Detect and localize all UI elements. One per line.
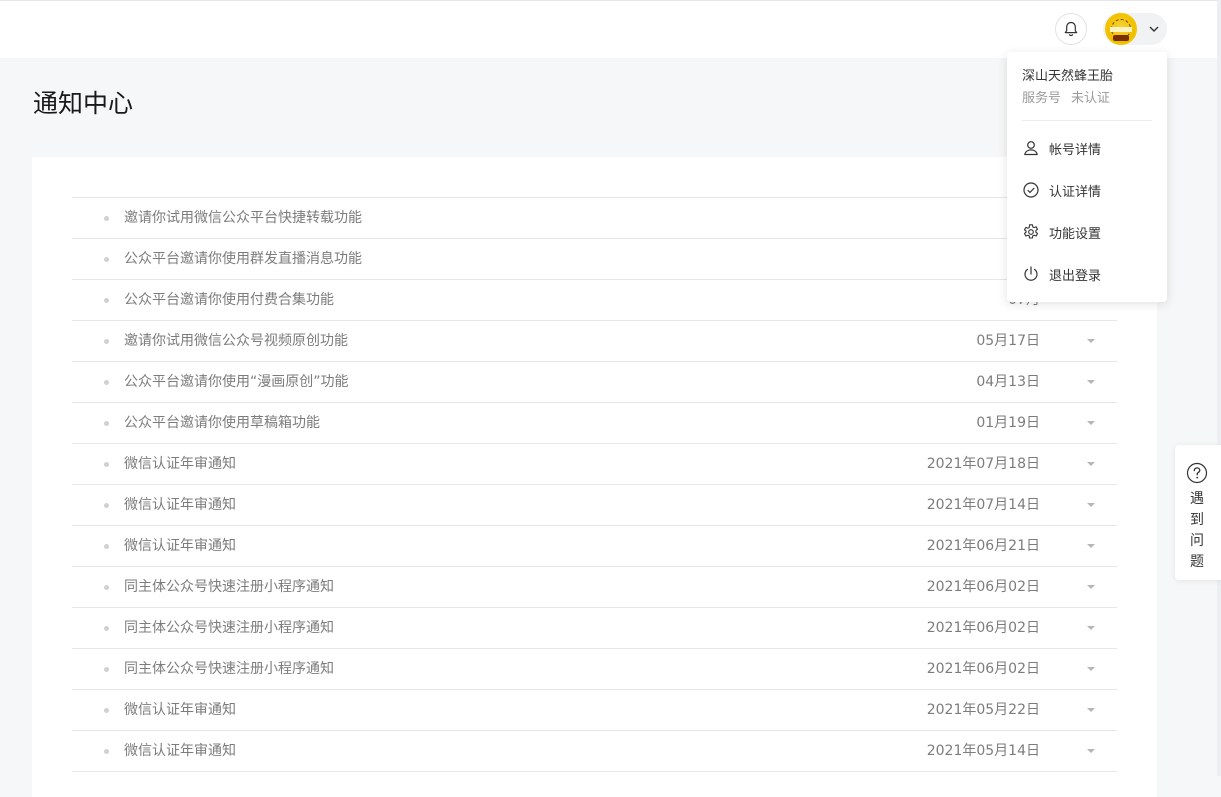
expand-arrow-icon[interactable] [1087, 462, 1095, 466]
notification-date: 2021年06月02日 [926, 579, 1040, 595]
notification-date: 01月19日 [976, 415, 1040, 431]
avatar-band [1110, 27, 1132, 32]
notification-title[interactable]: 微信认证年审通知 [124, 731, 236, 771]
notification-row[interactable]: 微信认证年审通知 2021年05月22日 [72, 690, 1117, 731]
notification-title[interactable]: 微信认证年审通知 [124, 690, 236, 730]
account-type: 服务号 [1022, 91, 1062, 106]
menu-item-label: 帐号详情 [1049, 142, 1102, 158]
menu-item-label: 功能设置 [1049, 226, 1102, 242]
expand-arrow-icon[interactable] [1087, 503, 1095, 507]
notification-title[interactable]: 微信认证年审通知 [124, 444, 236, 484]
menu-item-logout[interactable]: 退出登录 [1022, 263, 1101, 285]
bullet-dot [104, 216, 109, 221]
notification-title[interactable]: 邀请你试用微信公众号视频原创功能 [124, 321, 348, 361]
notification-row[interactable]: 同主体公众号快速注册小程序通知 2021年06月02日 [72, 608, 1117, 649]
bullet-dot [104, 626, 109, 631]
menu-divider [1022, 120, 1152, 121]
bullet-dot [104, 667, 109, 672]
expand-arrow-icon[interactable] [1087, 585, 1095, 589]
notification-title[interactable]: 同主体公众号快速注册小程序通知 [124, 608, 334, 648]
account-switcher[interactable] [1103, 13, 1167, 45]
expand-arrow-icon[interactable] [1087, 626, 1095, 630]
expand-arrow-icon[interactable] [1087, 708, 1095, 712]
gear-icon [1023, 224, 1039, 239]
page-title: 通知中心 [33, 89, 134, 118]
notification-card: 邀请你试用微信公众平台快捷转载功能10月公众平台邀请你使用群发直播消息功能08月… [32, 157, 1157, 797]
bullet-dot [104, 339, 109, 344]
bullet-dot [104, 421, 109, 426]
menu-item-verification-details[interactable]: 认证详情 [1022, 179, 1101, 201]
bullet-dot [104, 503, 109, 508]
notification-row[interactable]: 微信认证年审通知 2021年06月21日 [72, 526, 1117, 567]
notification-row[interactable]: 同主体公众号快速注册小程序通知 2021年06月02日 [72, 567, 1117, 608]
bell-icon [1064, 21, 1078, 37]
menu-item-label: 退出登录 [1049, 268, 1102, 284]
expand-arrow-icon[interactable] [1087, 667, 1095, 671]
notification-row[interactable]: 公众平台邀请你使用“漫画原创”功能 04月13日 [72, 362, 1117, 403]
power-icon [1024, 266, 1038, 281]
bullet-dot [104, 462, 109, 467]
notification-row[interactable]: 同主体公众号快速注册小程序通知 2021年06月02日 [72, 649, 1117, 690]
notification-title[interactable]: 微信认证年审通知 [124, 526, 236, 566]
bullet-dot [104, 749, 109, 754]
avatar[interactable] [1105, 13, 1137, 45]
notification-date: 04月13日 [976, 374, 1040, 390]
menu-item-feature-settings[interactable]: 功能设置 [1022, 221, 1101, 243]
bullet-dot [104, 585, 109, 590]
notification-row[interactable]: 微信认证年审通知 2021年07月14日 [72, 485, 1117, 526]
user-icon [1024, 141, 1038, 156]
bullet-dot [104, 708, 109, 713]
top-bar [0, 0, 1217, 58]
notification-row[interactable]: 邀请你试用微信公众平台快捷转载功能10月 [72, 198, 1117, 239]
notification-title[interactable]: 微信认证年审通知 [124, 485, 236, 525]
notification-row[interactable]: 公众平台邀请你使用付费合集功能07月 [72, 280, 1117, 321]
expand-arrow-icon[interactable] [1087, 421, 1095, 425]
account-dropdown-menu: 深山天然蜂王胎 服务号 未认证 帐号详情 认证详情 功能设置 退出登录 [1007, 52, 1167, 302]
notification-title[interactable]: 邀请你试用微信公众平台快捷转载功能 [124, 198, 362, 238]
notification-title[interactable]: 公众平台邀请你使用“漫画原创”功能 [124, 362, 349, 402]
notification-list: 邀请你试用微信公众平台快捷转载功能10月公众平台邀请你使用群发直播消息功能08月… [72, 197, 1117, 772]
bullet-dot [104, 298, 109, 303]
notification-date: 2021年06月21日 [926, 538, 1040, 554]
notification-date: 2021年07月14日 [926, 497, 1040, 513]
notification-date: 05月17日 [976, 333, 1040, 349]
bullet-dot [104, 257, 109, 262]
verification-status: 未认证 [1071, 91, 1111, 106]
check-circle-icon [1023, 182, 1039, 198]
expand-arrow-icon[interactable] [1087, 339, 1095, 343]
notification-row[interactable]: 邀请你试用微信公众号视频原创功能 05月17日 [72, 321, 1117, 362]
notification-date: 2021年07月18日 [926, 456, 1040, 472]
notification-bell-button[interactable] [1055, 13, 1087, 45]
notification-date: 2021年06月02日 [926, 661, 1040, 677]
notification-title[interactable]: 公众平台邀请你使用草稿箱功能 [124, 403, 320, 443]
menu-item-label: 认证详情 [1049, 184, 1102, 200]
menu-item-account-details[interactable]: 帐号详情 [1022, 137, 1101, 159]
notification-title[interactable]: 同主体公众号快速注册小程序通知 [124, 649, 334, 689]
bullet-dot [104, 544, 109, 549]
avatar-badge [1113, 35, 1129, 41]
account-name: 深山天然蜂王胎 [1022, 69, 1114, 84]
scrollbar-track[interactable] [1217, 0, 1221, 776]
notification-row[interactable]: 微信认证年审通知 2021年07月18日 [72, 444, 1117, 485]
expand-arrow-icon[interactable] [1087, 380, 1095, 384]
notification-row[interactable]: 微信认证年审通知 2021年05月14日 [72, 731, 1117, 772]
question-circle-icon [1186, 462, 1208, 484]
notification-title[interactable]: 公众平台邀请你使用群发直播消息功能 [124, 239, 362, 279]
help-button[interactable]: 遇到问题 [1175, 445, 1221, 580]
account-meta: 服务号 未认证 [1022, 87, 1110, 106]
expand-arrow-icon[interactable] [1087, 544, 1095, 548]
chevron-down-icon[interactable] [1147, 22, 1161, 36]
notification-row[interactable]: 公众平台邀请你使用群发直播消息功能08月 [72, 239, 1117, 280]
notification-date: 2021年05月22日 [926, 702, 1040, 718]
notification-date: 2021年06月02日 [926, 620, 1040, 636]
notification-title[interactable]: 同主体公众号快速注册小程序通知 [124, 567, 334, 607]
bullet-dot [104, 380, 109, 385]
notification-row[interactable]: 公众平台邀请你使用草稿箱功能 01月19日 [72, 403, 1117, 444]
notification-title[interactable]: 公众平台邀请你使用付费合集功能 [124, 280, 334, 320]
help-label: 遇到问题 [1190, 491, 1204, 570]
notification-date: 2021年05月14日 [926, 743, 1040, 759]
expand-arrow-icon[interactable] [1087, 749, 1095, 753]
